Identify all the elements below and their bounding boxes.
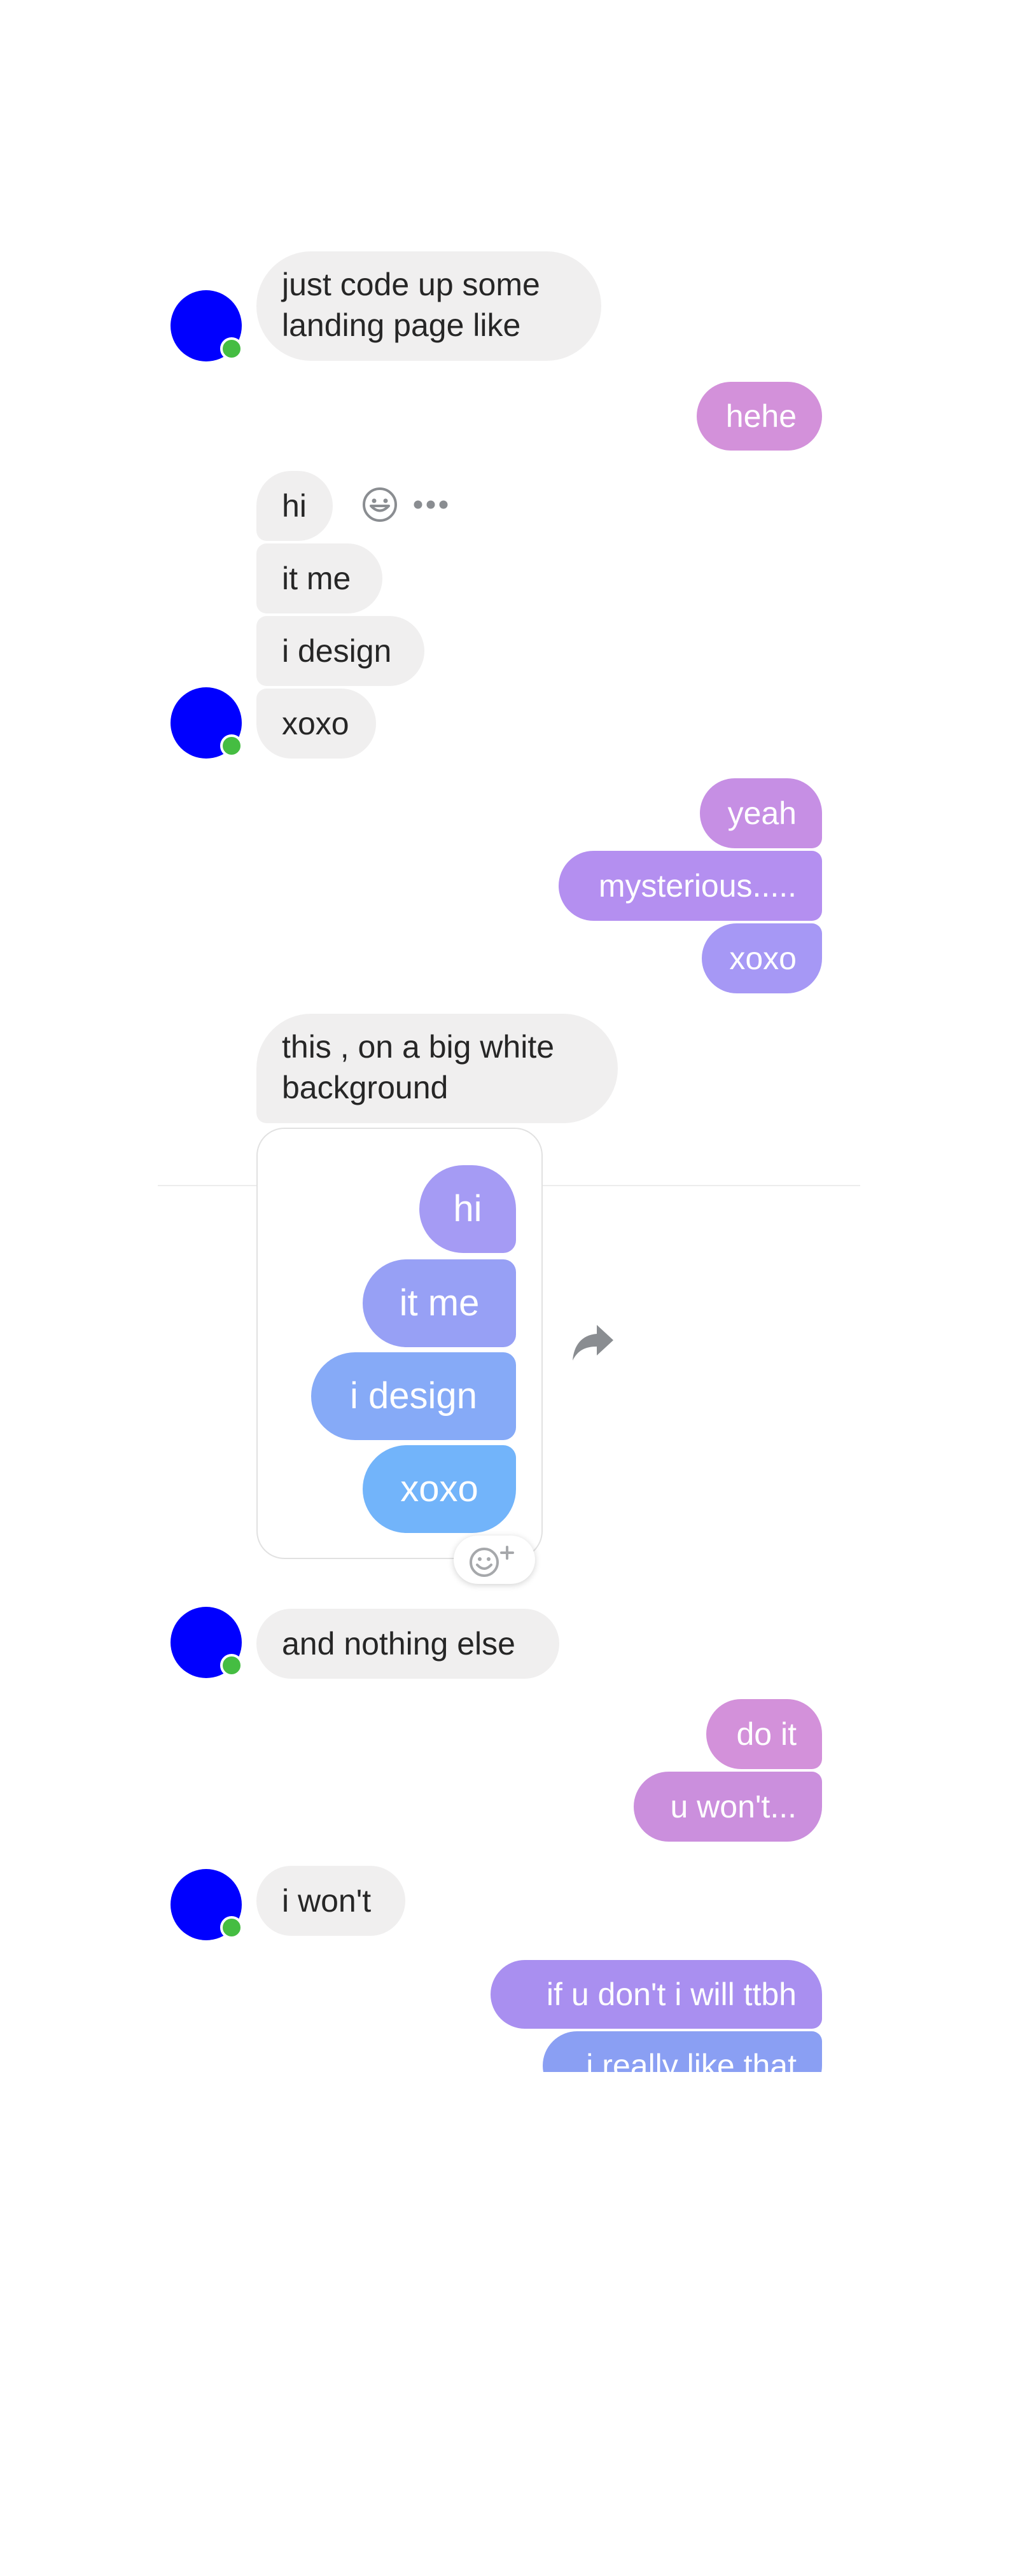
incoming-message[interactable]: i design <box>256 616 424 686</box>
add-reaction-button[interactable] <box>454 1536 535 1584</box>
message-line: just code up some <box>282 267 540 302</box>
outgoing-message[interactable]: do it <box>706 1699 822 1769</box>
incoming-message[interactable]: i won't <box>256 1866 405 1936</box>
avatar[interactable] <box>171 290 243 361</box>
shared-image[interactable]: hi it me i design xoxo <box>256 1128 543 1559</box>
message-line: landing page like <box>282 307 521 343</box>
incoming-message[interactable]: this , on a big white background <box>256 1014 618 1123</box>
incoming-message[interactable]: and nothing else <box>256 1609 559 1679</box>
share-arrow-icon[interactable] <box>571 1322 615 1366</box>
outgoing-message[interactable]: hehe <box>697 382 822 451</box>
preview-bubble: it me <box>363 1259 516 1347</box>
outgoing-message[interactable]: xoxo <box>702 923 822 993</box>
preview-bubble: hi <box>419 1165 516 1253</box>
online-status-dot <box>220 734 243 757</box>
avatar[interactable] <box>171 1607 243 1678</box>
preview-bubble: xoxo <box>363 1445 516 1533</box>
outgoing-message[interactable]: if u don't i will ttbh <box>491 1960 822 2029</box>
incoming-message[interactable]: hi <box>256 471 333 541</box>
avatar[interactable] <box>171 687 243 759</box>
incoming-message[interactable]: it me <box>256 543 382 613</box>
avatar[interactable] <box>171 1869 243 1940</box>
message-line: this , on a big white <box>282 1029 555 1065</box>
incoming-message[interactable]: xoxo <box>256 689 376 759</box>
online-status-dot <box>220 1916 243 1939</box>
more-dots-icon[interactable] <box>412 498 449 514</box>
online-status-dot <box>220 337 243 360</box>
outgoing-message[interactable]: i really like that <box>543 2031 822 2072</box>
outgoing-message[interactable]: mysterious..... <box>559 851 822 921</box>
message-actions <box>361 486 449 526</box>
outgoing-message[interactable]: u won't... <box>634 1772 822 1842</box>
smiley-icon[interactable] <box>361 486 398 526</box>
message-line: background <box>282 1070 449 1105</box>
message-clip: i really like that <box>0 2031 1018 2072</box>
preview-bubble: i design <box>311 1352 516 1440</box>
outgoing-message[interactable]: yeah <box>700 778 822 848</box>
online-status-dot <box>220 1654 243 1677</box>
incoming-message[interactable]: just code up some landing page like <box>256 251 601 361</box>
